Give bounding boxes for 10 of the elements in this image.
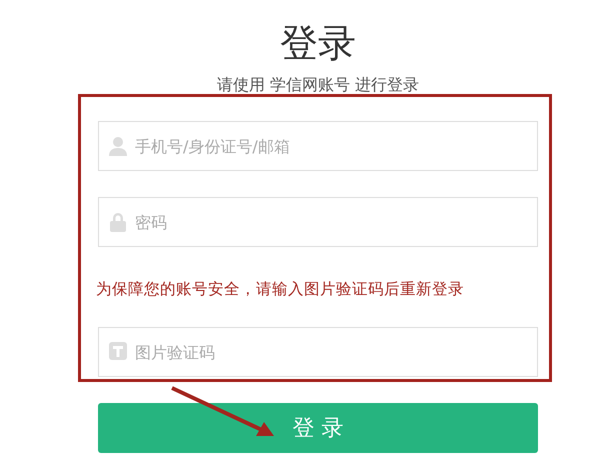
input-field[interactable]: 手机号/身份证号/邮箱 [98,121,538,171]
input-field[interactable]: 图片验证码 [98,327,538,377]
page-title: 登录 [279,20,357,66]
user-icon [109,136,127,156]
warning-message: 为保障您的账号安全，请输入图片验证码后重新登录 [96,279,465,300]
subtitle: 请使用 学信网账号 进行登录 [216,74,420,96]
lock-icon [109,212,127,232]
input-field[interactable]: 密码 [98,197,538,247]
captcha-icon [109,342,127,360]
login-button[interactable]: 登 录 [98,403,538,453]
